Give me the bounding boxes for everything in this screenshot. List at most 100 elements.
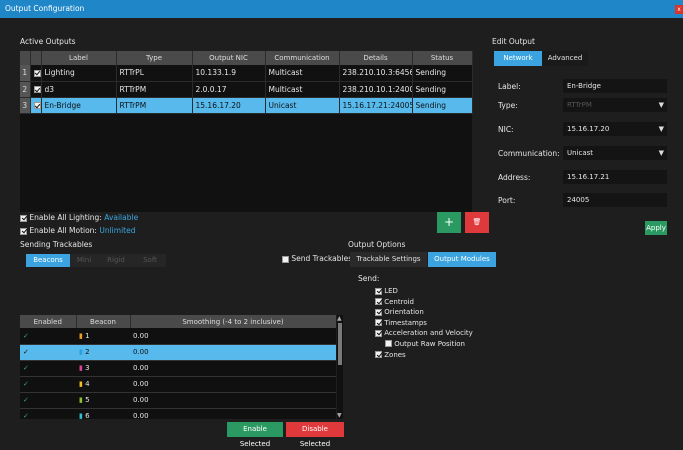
col-details[interactable]: Details xyxy=(339,51,413,65)
option-label: LED xyxy=(384,287,398,295)
checkbox[interactable] xyxy=(385,340,392,348)
beacon-number: 1 xyxy=(85,331,90,340)
output-row-selected[interactable]: 3 En-Bridge RTTrPM 15.16.17.20 Unicast 1… xyxy=(20,97,473,114)
checkbox[interactable] xyxy=(33,69,40,77)
trackable-row-selected[interactable]: ✓ ▮ 2 0.00 xyxy=(20,344,336,361)
col-output-nic[interactable]: Output NIC xyxy=(192,51,266,65)
trackable-row[interactable]: ✓ ▮ 3 0.00 xyxy=(20,360,336,377)
scrollbar-thumb[interactable] xyxy=(338,323,342,365)
address-field-name: Address: xyxy=(498,173,531,182)
checkbox[interactable] xyxy=(33,102,40,109)
nic-dropdown[interactable]: 15.16.17.20 ▼ xyxy=(563,122,667,136)
enabled-check-icon[interactable]: ✓ xyxy=(20,392,76,409)
send-option-orientation[interactable]: Orientation xyxy=(375,307,473,318)
scroll-down-icon[interactable]: ▼ xyxy=(337,412,342,419)
smoothing-cell[interactable]: 0.00 xyxy=(130,392,336,409)
col-enabled[interactable]: Enabled xyxy=(20,315,77,328)
checkbox[interactable] xyxy=(375,287,382,295)
checkbox[interactable] xyxy=(33,86,40,93)
filter-rigid[interactable]: Rigid xyxy=(98,254,134,267)
communication-dropdown[interactable]: Unicast ▼ xyxy=(563,146,667,160)
tab-output-modules[interactable]: Output Modules xyxy=(428,252,496,267)
label-input[interactable]: En-Bridge xyxy=(563,79,667,93)
address-input[interactable]: 15.16.17.21 xyxy=(563,170,667,184)
smoothing-cell[interactable]: 0.00 xyxy=(130,408,336,419)
col-communication[interactable]: Communication xyxy=(265,51,340,65)
nic-field-name: NIC: xyxy=(498,125,514,134)
enable-motion-checkbox[interactable] xyxy=(20,227,27,235)
col-label[interactable]: Label xyxy=(41,51,117,65)
row-checkbox[interactable] xyxy=(30,97,42,114)
type-value: RTTrPM xyxy=(567,101,592,109)
send-trackables-toggle[interactable]: Send Trackables xyxy=(282,254,352,263)
trackable-row[interactable]: ✓ ▮ 5 0.00 xyxy=(20,392,336,409)
add-output-button[interactable]: + xyxy=(437,212,461,233)
tab-trackable-settings[interactable]: Trackable Settings xyxy=(350,252,427,267)
enable-all-motion[interactable]: Enable All Motion: Unlimited xyxy=(20,226,135,235)
output-row[interactable]: 1 Lighting RTTrPL 10.133.1.9 Multicast 2… xyxy=(20,65,473,82)
row-status: Sending xyxy=(412,65,473,82)
enable-motion-label: Enable All Motion: xyxy=(29,226,97,235)
smoothing-cell[interactable]: 0.00 xyxy=(130,344,336,361)
option-label: Acceleration and Velocity xyxy=(384,329,473,338)
smoothing-cell[interactable]: 0.00 xyxy=(130,360,336,377)
checkbox[interactable] xyxy=(375,351,382,359)
beacon-number: 5 xyxy=(85,396,90,404)
col-beacon[interactable]: Beacon xyxy=(76,315,131,328)
checkbox[interactable] xyxy=(375,319,382,327)
scroll-up-icon[interactable]: ▲ xyxy=(337,315,342,322)
col-type[interactable]: Type xyxy=(116,51,193,65)
checkbox[interactable] xyxy=(375,298,382,306)
apply-button[interactable]: Apply xyxy=(645,221,667,235)
trackable-row[interactable]: ✓ ▮ 1 0.00 xyxy=(20,328,336,345)
row-checkbox[interactable] xyxy=(30,81,42,98)
row-status: Sending xyxy=(412,97,473,114)
type-field-name: Type: xyxy=(498,101,518,110)
col-smoothing[interactable]: Smoothing (-4 to 2 inclusive) xyxy=(130,315,336,328)
send-option-centroid[interactable]: Centroid xyxy=(375,297,473,308)
enabled-check-icon[interactable]: ✓ xyxy=(20,344,76,361)
checkbox[interactable] xyxy=(375,308,382,316)
row-index: 3 xyxy=(20,97,31,114)
enabled-check-icon[interactable]: ✓ xyxy=(20,376,76,393)
send-option-raw-position[interactable]: Output Raw Position xyxy=(375,339,473,350)
filter-soft[interactable]: Soft xyxy=(134,254,166,267)
disable-selected-button[interactable]: Disable Selected xyxy=(286,422,344,448)
option-label: Timestamps xyxy=(384,318,427,327)
smoothing-cell[interactable]: 0.00 xyxy=(130,328,336,345)
enable-all-lighting[interactable]: Enable All Lighting: Available xyxy=(20,213,138,222)
tab-network[interactable]: Network xyxy=(494,51,542,66)
send-option-acceleration[interactable]: Acceleration and Velocity xyxy=(375,328,473,339)
port-input[interactable]: 24005 xyxy=(563,193,667,207)
send-option-zones[interactable]: Zones xyxy=(375,350,473,361)
enabled-check-icon[interactable]: ✓ xyxy=(20,408,76,419)
row-checkbox[interactable] xyxy=(30,65,42,82)
send-option-led[interactable]: LED xyxy=(375,286,473,297)
row-label: d3 xyxy=(41,81,117,98)
trackables-scrollbar[interactable]: ▲ ▼ xyxy=(337,315,343,419)
delete-output-button[interactable]: 🗑 xyxy=(465,212,489,233)
enable-selected-button[interactable]: Enable Selected xyxy=(227,422,283,448)
close-icon[interactable]: x xyxy=(675,5,683,14)
beacon-icon: ▮ xyxy=(79,396,83,404)
type-dropdown[interactable]: RTTrPM ▼ xyxy=(563,98,667,112)
output-row[interactable]: 2 d3 RTTrPM 2.0.0.17 Multicast 238.210.1… xyxy=(20,81,473,98)
tab-advanced[interactable]: Advanced xyxy=(542,51,588,66)
trackable-row[interactable]: ✓ ▮ 4 0.00 xyxy=(20,376,336,393)
trackable-row[interactable]: ✓ ▮ 6 0.00 xyxy=(20,408,336,419)
row-type: RTTrPM xyxy=(116,81,193,98)
smoothing-cell[interactable]: 0.00 xyxy=(130,376,336,393)
enabled-check-icon[interactable]: ✓ xyxy=(20,360,76,377)
send-trackables-checkbox[interactable] xyxy=(282,255,289,263)
filter-beacons[interactable]: Beacons xyxy=(26,254,70,267)
enable-motion-value: Unlimited xyxy=(99,226,136,235)
enabled-check-icon[interactable]: ✓ xyxy=(20,328,76,345)
filter-mini[interactable]: Mini xyxy=(70,254,98,267)
col-status[interactable]: Status xyxy=(412,51,473,65)
enable-lighting-checkbox[interactable] xyxy=(20,214,27,222)
enable-lighting-label: Enable All Lighting: xyxy=(29,213,102,222)
checkbox[interactable] xyxy=(375,329,382,337)
send-option-timestamps[interactable]: Timestamps xyxy=(375,318,473,329)
beacon-cell: ▮ 2 xyxy=(76,344,130,361)
label-field-name: Label: xyxy=(498,82,521,91)
